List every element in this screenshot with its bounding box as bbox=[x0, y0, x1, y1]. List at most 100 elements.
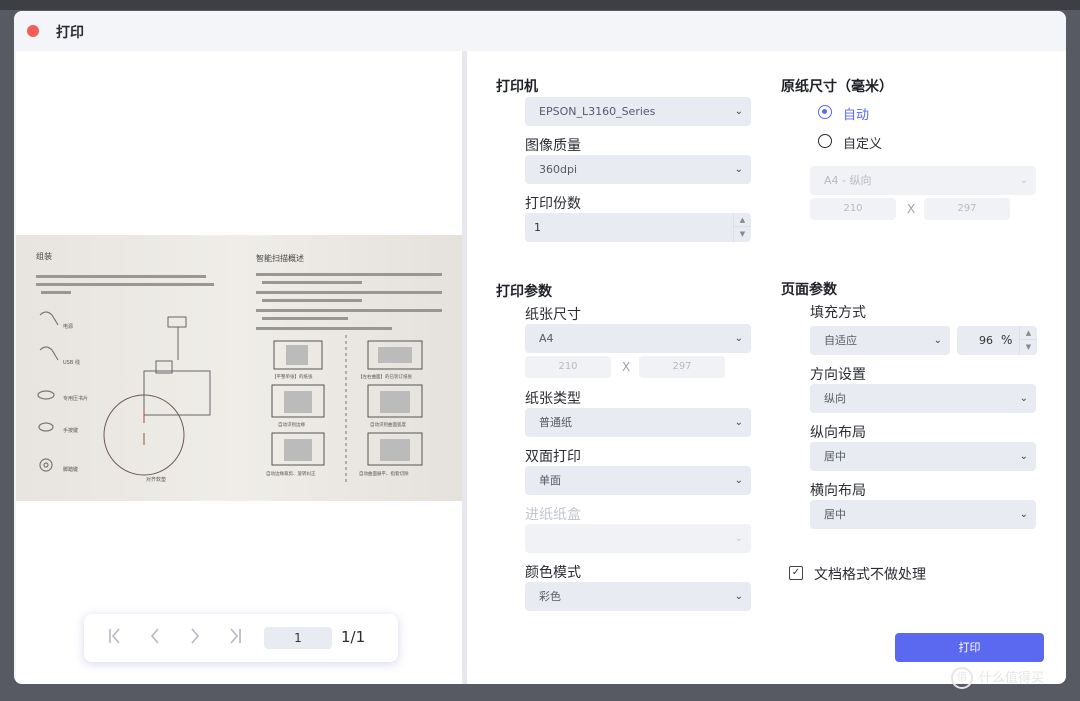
preview-thumb-caption: 自动识别曲面弧度 bbox=[370, 421, 406, 428]
copies-value: 1 bbox=[534, 221, 541, 234]
tray-label: 进纸纸盒 bbox=[525, 507, 581, 523]
decrement-icon[interactable]: ▼ bbox=[1020, 340, 1037, 354]
duplex-select[interactable]: 单面 ⌄ bbox=[525, 466, 751, 495]
copies-label: 打印份数 bbox=[525, 196, 581, 212]
original-width-field[interactable]: 210 bbox=[810, 198, 896, 220]
preview-left-caption: 对齐软垫 bbox=[146, 476, 166, 483]
watermark-logo-icon: 值 bbox=[951, 667, 973, 689]
print-button[interactable]: 打印 bbox=[895, 633, 1044, 662]
preview-thumb-caption: 【平整单张】的纸张 bbox=[272, 373, 313, 380]
orientation-select[interactable]: 纵向 ⌄ bbox=[810, 384, 1036, 413]
paper-height-field[interactable]: 297 bbox=[639, 356, 725, 378]
scale-unit: % bbox=[1001, 333, 1013, 347]
copies-spinner[interactable]: ▲ ▼ bbox=[733, 213, 751, 242]
desktop-top-strip bbox=[0, 0, 1080, 10]
page-number-input[interactable] bbox=[264, 627, 332, 649]
paper-width-field[interactable]: 210 bbox=[525, 356, 611, 378]
duplex-label: 双面打印 bbox=[525, 449, 581, 465]
quality-label: 图像质量 bbox=[525, 138, 581, 154]
chevron-down-icon: ⌄ bbox=[1019, 451, 1028, 462]
close-button[interactable] bbox=[27, 25, 39, 37]
horizontal-layout-value: 居中 bbox=[824, 508, 846, 521]
chevron-down-icon: ⌄ bbox=[734, 475, 743, 486]
preview-item: 专用压书片 bbox=[63, 395, 88, 402]
keep-format-label[interactable]: 文档格式不做处理 bbox=[814, 564, 926, 584]
custom-size-radio[interactable] bbox=[818, 134, 832, 148]
print-params-heading: 打印参数 bbox=[496, 284, 552, 300]
preview-item: USB 线 bbox=[63, 359, 80, 366]
paper-type-label: 纸张类型 bbox=[525, 391, 581, 407]
page-total: 1/1 bbox=[341, 628, 366, 646]
chevron-down-icon: ⌄ bbox=[1019, 393, 1028, 404]
first-page-icon bbox=[109, 628, 120, 644]
auto-size-radio[interactable] bbox=[818, 105, 832, 119]
orientation-label: 方向设置 bbox=[810, 367, 866, 383]
color-mode-value: 彩色 bbox=[539, 590, 561, 603]
custom-size-label[interactable]: 自定义 bbox=[843, 133, 882, 152]
page-params-heading: 页面参数 bbox=[781, 282, 837, 298]
chevron-down-icon: ⌄ bbox=[1019, 509, 1028, 520]
fill-mode-select[interactable]: 自适应 ⌄ bbox=[810, 326, 950, 355]
preview-thumb-caption: 【左右曲面】的已装订纸张 bbox=[358, 373, 412, 380]
quality-select[interactable]: 360dpi ⌄ bbox=[525, 155, 751, 184]
keep-format-checkbox[interactable]: ✓ bbox=[789, 566, 803, 580]
preview-item: 手按键 bbox=[63, 427, 78, 434]
prev-page-button[interactable] bbox=[144, 626, 166, 650]
original-height-field[interactable]: 297 bbox=[924, 198, 1010, 220]
original-size-value: A4 - 纵向 bbox=[824, 174, 872, 187]
settings-pane: 打印机 EPSON_L3160_Series ⌄ 图像质量 360dpi ⌄ 打… bbox=[467, 51, 1066, 684]
preview-right-heading: 智能扫描概述 bbox=[256, 253, 304, 263]
watermark-text: 什么值得买 bbox=[979, 671, 1045, 686]
preview-thumb-caption: 自动识别边缘 bbox=[278, 421, 305, 428]
auto-size-label[interactable]: 自动 bbox=[843, 104, 869, 123]
vertical-layout-value: 居中 bbox=[824, 450, 846, 463]
tray-select[interactable]: ⌄ bbox=[525, 524, 751, 553]
next-page-button[interactable] bbox=[184, 626, 206, 650]
quality-value: 360dpi bbox=[539, 163, 578, 176]
chevron-down-icon: ⌄ bbox=[933, 335, 942, 346]
preview-thumb-caption: 自动曲面展平、指套切除 bbox=[359, 470, 409, 477]
original-dim-separator: X bbox=[907, 202, 916, 216]
chevron-right-icon bbox=[191, 628, 200, 644]
scale-stepper[interactable]: 96 % ▲ ▼ bbox=[957, 326, 1037, 355]
scale-value: 96 bbox=[979, 334, 993, 347]
original-size-heading: 原纸尺寸（毫米） bbox=[781, 79, 893, 95]
chevron-down-icon: ⌄ bbox=[734, 533, 743, 544]
paper-type-value: 普通纸 bbox=[539, 416, 572, 429]
first-page-button[interactable] bbox=[104, 626, 126, 650]
printer-select[interactable]: EPSON_L3160_Series ⌄ bbox=[525, 97, 751, 126]
chevron-down-icon: ⌄ bbox=[734, 164, 743, 175]
preview-item: 脚踏键 bbox=[63, 466, 78, 473]
copies-stepper[interactable]: 1 ▲ ▼ bbox=[525, 213, 751, 242]
paper-size-value: A4 bbox=[539, 332, 554, 345]
duplex-value: 单面 bbox=[539, 474, 561, 487]
preview-pane: 组装 电源 USB 线 专用压书片 手按键 脚踏键 对齐软垫 智能扫描概述 【平… bbox=[16, 51, 462, 684]
vertical-layout-label: 纵向布局 bbox=[810, 425, 866, 441]
color-mode-label: 颜色模式 bbox=[525, 565, 581, 581]
paper-size-label: 纸张尺寸 bbox=[525, 307, 581, 323]
decrement-icon[interactable]: ▼ bbox=[734, 227, 751, 241]
horizontal-layout-label: 横向布局 bbox=[810, 483, 866, 499]
title-bar: 打印 bbox=[14, 11, 1066, 51]
preview-item: 电源 bbox=[63, 323, 73, 330]
paper-type-select[interactable]: 普通纸 ⌄ bbox=[525, 408, 751, 437]
horizontal-layout-select[interactable]: 居中 ⌄ bbox=[810, 500, 1036, 529]
color-mode-select[interactable]: 彩色 ⌄ bbox=[525, 582, 751, 611]
scale-spinner[interactable]: ▲ ▼ bbox=[1019, 326, 1037, 355]
vertical-layout-select[interactable]: 居中 ⌄ bbox=[810, 442, 1036, 471]
chevron-down-icon: ⌄ bbox=[1019, 175, 1028, 186]
chevron-down-icon: ⌄ bbox=[734, 333, 743, 344]
original-size-select[interactable]: A4 - 纵向 ⌄ bbox=[810, 166, 1036, 195]
preview-thumb-caption: 自动边缘裁剪、旋转纠正 bbox=[266, 470, 316, 477]
last-page-icon bbox=[230, 628, 241, 644]
last-page-button[interactable] bbox=[224, 626, 246, 650]
increment-icon[interactable]: ▲ bbox=[734, 213, 751, 227]
print-dialog: 打印 组装 电源 USB 线 专用压书片 手按键 脚踏键 对齐软垫 智能扫描概述… bbox=[14, 11, 1066, 684]
paper-size-select[interactable]: A4 ⌄ bbox=[525, 324, 751, 353]
printer-value: EPSON_L3160_Series bbox=[539, 105, 656, 118]
chevron-left-icon bbox=[150, 628, 159, 644]
chevron-down-icon: ⌄ bbox=[734, 417, 743, 428]
increment-icon[interactable]: ▲ bbox=[1020, 326, 1037, 340]
window-title: 打印 bbox=[56, 25, 84, 41]
chevron-down-icon: ⌄ bbox=[734, 591, 743, 602]
